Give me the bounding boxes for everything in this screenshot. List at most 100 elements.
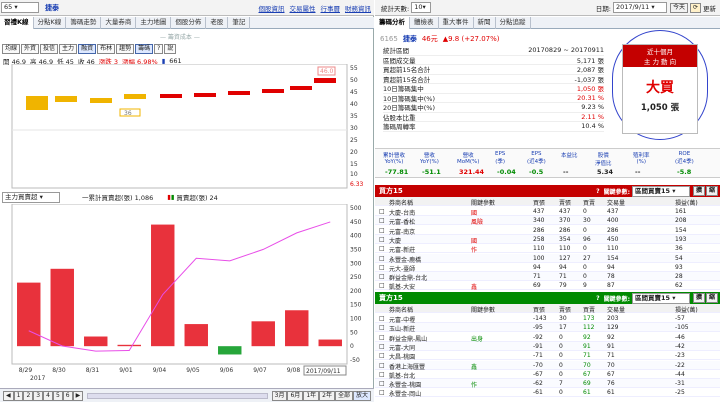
row-checkbox-icon[interactable]: □ — [379, 380, 385, 387]
link-calendar[interactable]: 行事曆 — [321, 3, 341, 13]
table-row[interactable]: □ 永豐金-鹿橋 100 127 27 154 54 — [375, 253, 720, 264]
tool-explain[interactable]: 說 — [164, 44, 177, 54]
row-checkbox-icon[interactable]: □ — [379, 362, 385, 369]
row-checkbox-icon[interactable]: □ — [379, 273, 385, 280]
row-checkbox-icon[interactable]: □ — [379, 334, 385, 341]
row-checkbox-icon[interactable]: □ — [379, 227, 385, 234]
range-all[interactable]: 全部 — [334, 390, 353, 401]
table-cell: 71 — [533, 273, 541, 281]
tab-k-chart[interactable]: 習禮K線 — [0, 16, 34, 29]
scroll-right-icon[interactable]: ▶ — [72, 390, 84, 401]
row-checkbox-icon[interactable]: □ — [379, 255, 385, 262]
buy-ref-combo[interactable]: 區間買賣15 ▾ — [631, 185, 690, 197]
link-trade-attr[interactable]: 交易屬性 — [290, 3, 316, 13]
scroll-left-icon[interactable]: ◀ — [3, 390, 14, 401]
row-checkbox-icon[interactable]: □ — [379, 245, 385, 252]
row-checkbox-icon[interactable]: □ — [379, 352, 385, 359]
tool-foreign[interactable]: 外資 — [21, 44, 40, 54]
tool-help[interactable]: ? — [154, 44, 164, 54]
broker-name[interactable]: 凱基-大安 — [389, 282, 415, 291]
refresh-label[interactable]: 更新 — [703, 3, 716, 13]
page-2[interactable]: 2 — [23, 390, 34, 401]
table-row[interactable]: □ 永豐金-桃園作 -62 7 69 76 -31 — [375, 379, 720, 389]
tab-big-broker[interactable]: 大量券商 — [101, 16, 137, 29]
table-row[interactable]: □ 群益金鼎-鳳山 出身 -92 0 92 92 -46 — [375, 333, 720, 343]
today-button[interactable]: 今天 — [669, 2, 688, 13]
candle-5 — [194, 93, 216, 97]
tool-trust[interactable]: 投信 — [40, 44, 59, 54]
range-2y[interactable]: 2年 — [319, 390, 335, 401]
stat-value: 2,087 張 — [576, 66, 604, 75]
days-combo[interactable]: 10▾ — [411, 2, 432, 13]
tool-trend[interactable]: 趨勢 — [116, 44, 135, 54]
summary-amount: 1,050 張 — [640, 103, 680, 113]
page-6[interactable]: 6 — [62, 390, 73, 401]
sell-expand-button[interactable]: 擴 — [692, 293, 705, 303]
row-checkbox-icon[interactable]: □ — [379, 371, 385, 378]
tab-branch-k[interactable]: 分點K線 — [34, 16, 67, 29]
h-scrollbar[interactable] — [87, 392, 268, 399]
broker-name[interactable]: 永豐金-岡山 — [389, 389, 421, 398]
table-row[interactable]: □ 凱基-台北 -67 0 67 67 -44 — [375, 370, 720, 380]
buy-collapse-button[interactable]: 縮 — [705, 186, 718, 196]
table-cell: 91 — [607, 342, 615, 350]
table-row[interactable]: □ 凱基-大安 鑫 69 79 9 87 62 — [375, 281, 720, 291]
tool-margin[interactable]: 融資 — [78, 44, 97, 54]
buy-expand-button[interactable]: 擴 — [692, 186, 705, 196]
range-6m[interactable]: 6月 — [287, 390, 304, 401]
page-4[interactable]: 4 — [43, 390, 53, 401]
table-row[interactable]: □ 元富-南京 286 286 0 286 154 — [375, 226, 720, 236]
row-checkbox-icon[interactable]: □ — [379, 315, 385, 322]
table-row[interactable]: □ 元富-香松 風險 340 370 30 400 208 — [375, 216, 720, 226]
tab-chip-trend[interactable]: 籌碼走勢 — [66, 16, 102, 29]
table-row[interactable]: □ 香港上海匯豐鑫 -70 0 70 70 -22 — [375, 360, 720, 371]
row-checkbox-icon[interactable]: □ — [379, 343, 385, 350]
table-row[interactable]: □ 元大-臺師 94 94 0 94 93 — [375, 263, 720, 273]
range-3m[interactable]: 3月 — [271, 390, 288, 401]
row-checkbox-icon[interactable]: □ — [379, 264, 385, 271]
tab-chip-analysis[interactable]: 籌碼分析 — [375, 16, 410, 29]
tab-old-stock[interactable]: 老股 — [206, 16, 229, 29]
tab-checkup[interactable]: 體檢表 — [410, 16, 439, 29]
range-1y[interactable]: 1年 — [303, 390, 320, 401]
tab-main-map[interactable]: 主力地圖 — [136, 16, 172, 29]
stock-code-combo[interactable]: 65 ▾ — [1, 2, 39, 13]
zoom-button[interactable]: 放大 — [352, 390, 371, 401]
row-checkbox-icon[interactable]: □ — [379, 236, 385, 243]
date-input[interactable]: 2017/9/11 ▾ — [612, 2, 667, 13]
page-3[interactable]: 3 — [33, 390, 44, 401]
table-row[interactable]: □ 玉山-新莊 -95 17 112 129 -105 — [375, 323, 720, 333]
lower-panel-combo[interactable]: 主力買賣超 ▾ — [2, 191, 60, 203]
row-checkbox-icon[interactable]: □ — [379, 217, 385, 224]
tab-notes[interactable]: 筆記 — [228, 16, 251, 29]
lower-xlabel: 9/01 — [119, 367, 133, 374]
table-cell: 94 — [533, 263, 541, 271]
link-finance[interactable]: 財務資訊 — [345, 3, 371, 13]
row-checkbox-icon[interactable]: □ — [379, 208, 385, 215]
table-row[interactable]: □ 大慶-台南國 437 437 0 437 161 — [375, 207, 720, 217]
tab-major-events[interactable]: 重大事件 — [439, 16, 474, 29]
table-row[interactable]: □ 元富-中壢 -143 30 173 203 -57 — [375, 314, 720, 324]
tool-ma[interactable]: 均線 — [2, 44, 21, 54]
table-row[interactable]: □ 群益金鼎-台北 71 71 0 78 28 — [375, 272, 720, 282]
page-5[interactable]: 5 — [52, 390, 63, 401]
sell-ref-combo[interactable]: 區間買賣15 ▾ — [631, 292, 690, 304]
tab-distribution[interactable]: 個股分佈 — [171, 16, 207, 29]
row-checkbox-icon[interactable]: □ — [379, 324, 385, 331]
tool-chip[interactable]: 籌碼 — [135, 44, 154, 54]
refresh-icon[interactable]: ⟳ — [689, 2, 701, 13]
table-row[interactable]: □ 永豐金-岡山 -61 0 61 61 -25 — [375, 388, 720, 398]
page-1[interactable]: 1 — [13, 390, 24, 401]
tool-bollinger[interactable]: 布林 — [97, 44, 116, 54]
tool-main[interactable]: 主力 — [59, 44, 78, 54]
tab-branch-track[interactable]: 分點追蹤 — [496, 16, 531, 29]
link-stock-info[interactable]: 個股資訊 — [259, 3, 285, 13]
table-row[interactable]: □ 大慶國 258 354 96 450 193 — [375, 234, 720, 245]
table-row[interactable]: □ 元富-大同 -91 0 91 91 -42 — [375, 341, 720, 352]
row-checkbox-icon[interactable]: □ — [379, 389, 385, 396]
row-checkbox-icon[interactable]: □ — [379, 282, 385, 289]
sell-collapse-button[interactable]: 縮 — [705, 293, 718, 303]
table-row[interactable]: □ 元富-新莊作 110 110 0 110 36 — [375, 244, 720, 254]
table-row[interactable]: □ 大昌-桃園 -71 0 71 71 -23 — [375, 351, 720, 361]
tab-news[interactable]: 新聞 — [474, 16, 496, 29]
